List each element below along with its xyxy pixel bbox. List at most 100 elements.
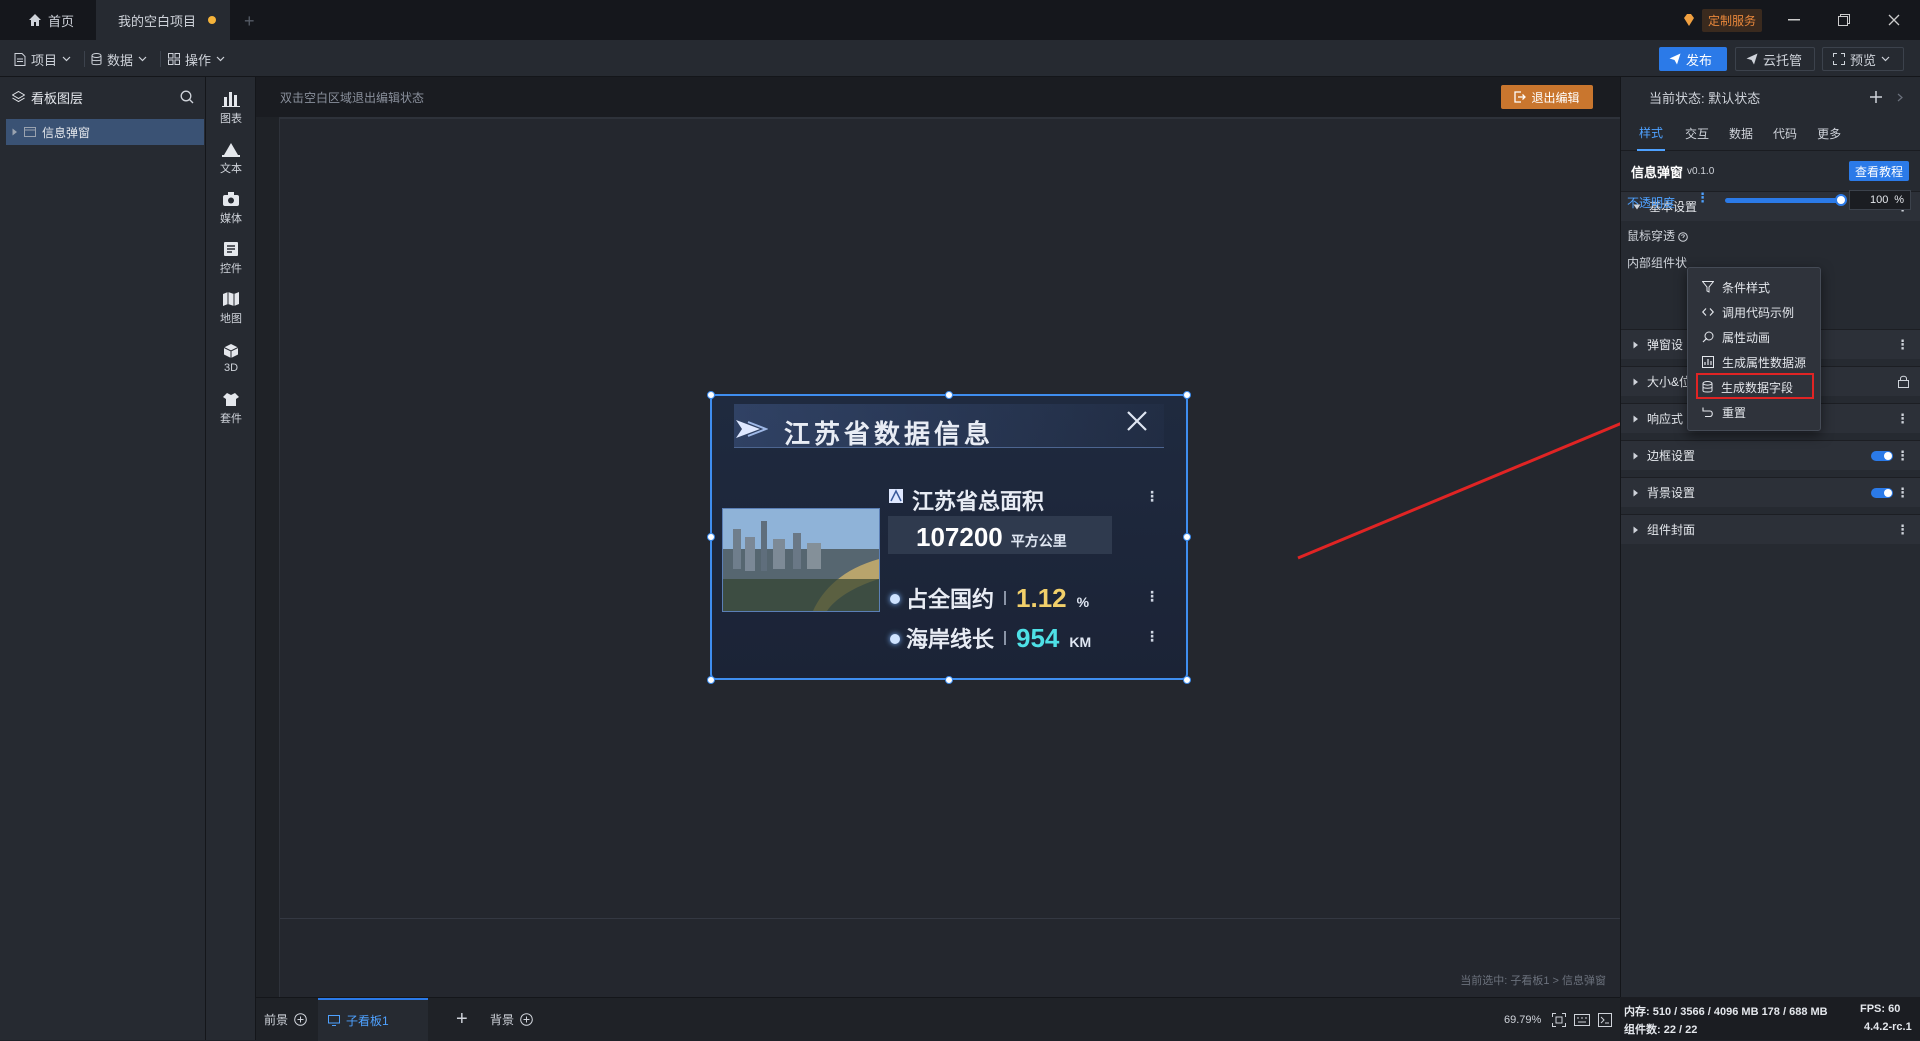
- tool-text[interactable]: 文本: [206, 133, 256, 183]
- menu-item-conditional-style[interactable]: 条件样式: [1696, 276, 1814, 298]
- tool-text-label: 文本: [220, 162, 242, 175]
- resize-handle[interactable]: [945, 391, 953, 399]
- layer-component-icon: [24, 127, 36, 137]
- row2-more-icon[interactable]: ⋮: [1145, 628, 1159, 645]
- menu-data[interactable]: 数据: [91, 49, 162, 69]
- more-icon[interactable]: ⋮: [1896, 337, 1909, 353]
- border-toggle[interactable]: [1871, 451, 1893, 461]
- tab-home[interactable]: 首页: [14, 0, 94, 40]
- bottom-bar: 前景 子看板1 + 背景 69.79%: [256, 997, 1620, 1041]
- help-icon[interactable]: [1678, 232, 1689, 242]
- cube-icon: [223, 343, 239, 358]
- opacity-slider[interactable]: [1725, 198, 1841, 203]
- menu-item-code-example[interactable]: 调用代码示例: [1696, 301, 1814, 323]
- terminal-icon[interactable]: [1598, 1013, 1612, 1027]
- menu-operate[interactable]: 操作: [168, 49, 225, 69]
- add-icon[interactable]: [1869, 90, 1883, 104]
- restore-button[interactable]: [1834, 10, 1854, 30]
- caret-right-icon: [1633, 341, 1638, 348]
- opacity-menu-icon[interactable]: ⋮: [1696, 190, 1709, 206]
- fit-screen-icon[interactable]: [1552, 1013, 1566, 1027]
- caret-right-icon[interactable]: [12, 128, 18, 136]
- tool-kit[interactable]: 套件: [206, 383, 256, 433]
- row1-more-icon[interactable]: ⋮: [1145, 588, 1159, 605]
- more-icon[interactable]: ⋮: [1896, 485, 1909, 501]
- add-circle-icon[interactable]: [294, 1013, 307, 1026]
- custom-service-button[interactable]: 定制服务: [1682, 8, 1763, 32]
- menu-project-label: 项目: [31, 52, 58, 68]
- keyboard-icon[interactable]: [1574, 1014, 1590, 1026]
- menu-item-label: 重置: [1722, 405, 1747, 420]
- tutorial-button[interactable]: 查看教程: [1849, 161, 1909, 181]
- tab-style[interactable]: 样式: [1637, 116, 1666, 151]
- more-icon[interactable]: ⋮: [1896, 411, 1909, 427]
- menu-item-property-animation[interactable]: 属性动画: [1696, 326, 1814, 348]
- tab-data[interactable]: 数据: [1729, 125, 1753, 142]
- opacity-value: 100: [1870, 194, 1889, 206]
- resize-handle[interactable]: [945, 676, 953, 684]
- tool-map[interactable]: 地图: [206, 283, 256, 333]
- add-circle-icon[interactable]: [520, 1013, 533, 1026]
- resize-handle[interactable]: [1183, 676, 1191, 684]
- mouse-through-label: 鼠标穿透: [1627, 227, 1689, 244]
- close-window-button[interactable]: [1884, 10, 1904, 30]
- tab-background[interactable]: 背景: [490, 998, 533, 1041]
- tab-foreground[interactable]: 前景: [264, 998, 307, 1041]
- tool-kit-label: 套件: [220, 412, 242, 425]
- resize-handle[interactable]: [707, 391, 715, 399]
- properties-tabs: 样式 交互 数据 代码 更多: [1621, 117, 1920, 151]
- tool-chart[interactable]: 图表: [206, 83, 256, 133]
- popup-close-button[interactable]: [1126, 410, 1148, 432]
- resize-handle[interactable]: [1183, 533, 1191, 541]
- tab-interaction[interactable]: 交互: [1685, 125, 1709, 142]
- resize-handle[interactable]: [707, 533, 715, 541]
- chevron-right-icon[interactable]: [1897, 93, 1903, 102]
- section-component-cover[interactable]: 组件封面 ⋮: [1621, 514, 1920, 544]
- coastline-unit: KM: [1069, 634, 1092, 650]
- lock-icon[interactable]: [1898, 375, 1909, 388]
- cloud-hosting-button[interactable]: 云托管: [1735, 47, 1815, 71]
- publish-button[interactable]: 发布: [1659, 47, 1727, 71]
- restore-icon: [1838, 14, 1850, 26]
- add-board-button[interactable]: +: [456, 998, 468, 1041]
- tab-project[interactable]: 我的空白项目: [96, 0, 230, 40]
- tab-code[interactable]: 代码: [1773, 125, 1797, 142]
- opacity-input[interactable]: 100 %: [1849, 190, 1911, 210]
- exit-edit-button[interactable]: 退出编辑: [1501, 85, 1593, 109]
- text-icon: [222, 142, 240, 157]
- tool-control[interactable]: 控件: [206, 233, 256, 283]
- area-more-icon[interactable]: ⋮: [1145, 488, 1159, 505]
- menu-project[interactable]: 项目: [14, 49, 86, 69]
- menu-item-reset[interactable]: 重置: [1696, 401, 1814, 423]
- unsaved-dot-icon: [208, 16, 216, 24]
- tool-chart-label: 图表: [220, 112, 242, 125]
- resize-handle[interactable]: [707, 676, 715, 684]
- tab-sub-board-1[interactable]: 子看板1: [318, 998, 428, 1041]
- opacity-slider-thumb[interactable]: [1835, 194, 1847, 206]
- section-background-settings[interactable]: 背景设置 ⋮: [1621, 477, 1920, 507]
- tab-more[interactable]: 更多: [1817, 125, 1841, 142]
- tool-3d[interactable]: 3D: [206, 333, 256, 383]
- preview-button[interactable]: 预览: [1822, 47, 1904, 71]
- resize-handle[interactable]: [1183, 391, 1191, 399]
- more-icon[interactable]: ⋮: [1896, 522, 1909, 538]
- search-icon[interactable]: [180, 90, 194, 104]
- info-popup-widget[interactable]: 江苏省数据信息 江苏省总面积 ⋮ 107200 平方公里 占全国约 1.12 %…: [710, 394, 1188, 680]
- background-toggle[interactable]: [1871, 488, 1893, 498]
- section-border-settings[interactable]: 边框设置 ⋮: [1621, 440, 1920, 470]
- tool-media[interactable]: 媒体: [206, 183, 256, 233]
- layer-item-info-popup[interactable]: 信息弹窗: [6, 119, 204, 145]
- kit-icon: [223, 392, 239, 406]
- zoom-level[interactable]: 69.79%: [1504, 998, 1541, 1041]
- status-bar: 内存: 510 / 3566 / 4096 MB 178 / 688 MB FP…: [1620, 997, 1920, 1040]
- component-version: v0.1.0: [1687, 165, 1715, 177]
- add-tab-button[interactable]: +: [244, 11, 255, 32]
- caret-right-icon: [1633, 452, 1638, 459]
- menu-item-generate-datasource[interactable]: 生成属性数据源: [1696, 351, 1814, 373]
- minimize-button[interactable]: [1784, 10, 1804, 30]
- publish-label: 发布: [1686, 52, 1713, 68]
- database-icon: [91, 52, 102, 65]
- caret-right-icon: [1633, 526, 1638, 533]
- more-icon[interactable]: ⋮: [1896, 448, 1909, 464]
- area-value: 107200: [916, 522, 1003, 552]
